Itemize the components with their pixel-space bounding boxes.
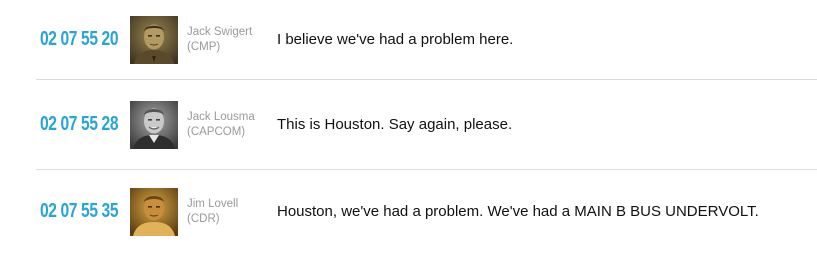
speaker-name: Jim Lovell: [187, 197, 239, 210]
transcript-list: 02 07 55 20 Jack Swigert (CMP) I believe…: [36, 0, 817, 253]
transcript-entry: 02 07 55 28 Jack Lousma (CAPCOM) This is…: [36, 80, 817, 170]
lovell-portrait-image: [130, 187, 178, 236]
speaker-info: Jack Lousma (CAPCOM): [187, 80, 267, 169]
transcript-entry: 02 07 55 35 Jim Lovell (CDR) Houston, we…: [36, 170, 817, 253]
swigert-portrait: [130, 15, 178, 64]
transcript-text: I believe we've had a problem here.: [277, 31, 514, 48]
timestamp[interactable]: 02 07 55 20: [40, 0, 119, 79]
speaker-role: (CMP): [187, 40, 221, 53]
speaker-name: Jack Lousma: [187, 110, 255, 123]
speaker-role: (CAPCOM): [187, 125, 246, 138]
speaker-name: Jack Swigert: [187, 25, 253, 38]
transcript-entry: 02 07 55 20 Jack Swigert (CMP) I believe…: [36, 0, 817, 80]
lousma-portrait-image: [130, 100, 178, 149]
timestamp[interactable]: 02 07 55 35: [40, 170, 119, 253]
speaker-info: Jim Lovell (CDR): [187, 170, 267, 253]
swigert-portrait-image: [130, 15, 178, 64]
transcript-text: Houston, we've had a problem. We've had …: [277, 203, 759, 220]
lousma-portrait: [130, 100, 178, 149]
transcript-text: This is Houston. Say again, please.: [277, 116, 513, 133]
speaker-role: (CDR): [187, 212, 220, 225]
timestamp[interactable]: 02 07 55 28: [40, 80, 119, 169]
lovell-portrait: [130, 187, 178, 236]
speaker-info: Jack Swigert (CMP): [187, 0, 267, 79]
